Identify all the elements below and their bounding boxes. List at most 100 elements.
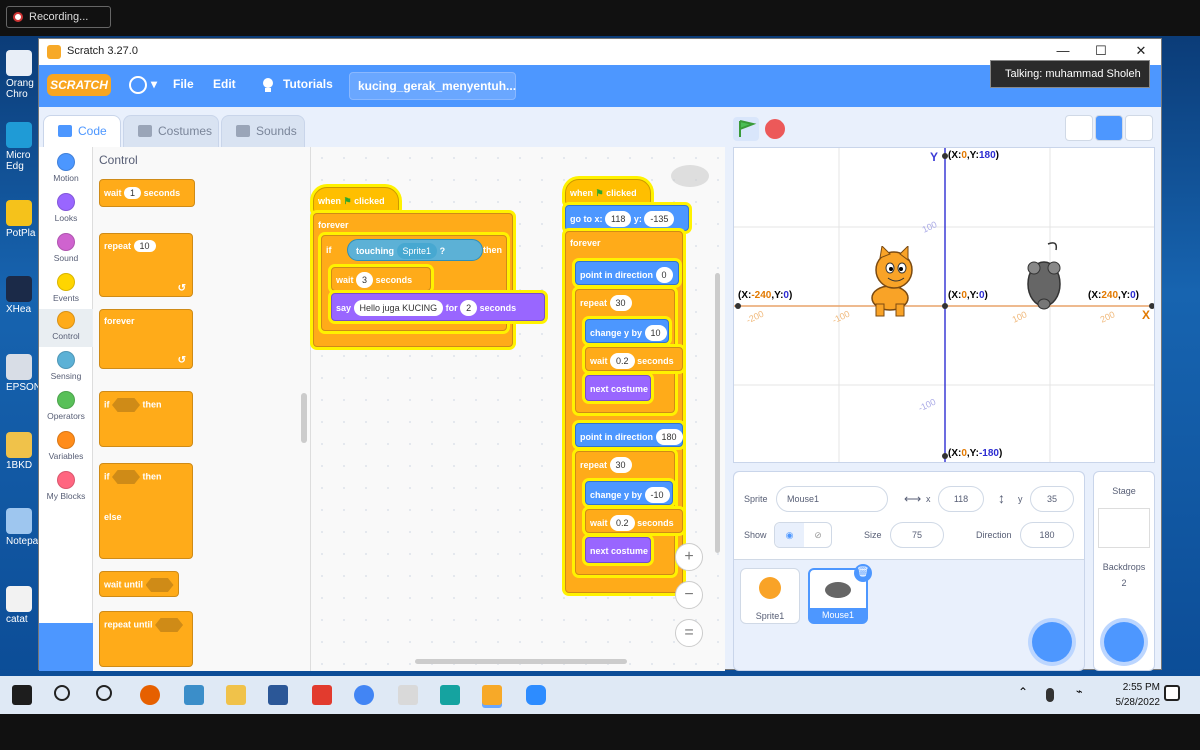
wait-block[interactable]: wait 3 seconds bbox=[331, 267, 431, 291]
edit-menu[interactable]: Edit bbox=[213, 77, 236, 91]
desktop-icon-chrome[interactable]: Orang Chro bbox=[6, 50, 40, 100]
project-title-input[interactable]: kucing_gerak_menyentuh... bbox=[349, 72, 516, 100]
when-flag-clicked-block-2[interactable]: when ⚑ clicked bbox=[565, 179, 651, 205]
language-globe-icon[interactable] bbox=[129, 76, 147, 94]
category-sound[interactable]: Sound bbox=[39, 231, 93, 269]
wait-block-3[interactable]: wait 0.2 seconds bbox=[585, 509, 683, 533]
search-icon[interactable] bbox=[54, 685, 70, 701]
y-input[interactable]: 35 bbox=[1030, 486, 1074, 512]
normal-stage-icon[interactable] bbox=[1095, 115, 1123, 141]
point-in-direction-block-2[interactable]: point in direction 180 bbox=[575, 423, 683, 447]
chrome-icon[interactable] bbox=[354, 685, 374, 705]
next-costume-block[interactable]: next costume bbox=[585, 375, 651, 401]
fullscreen-icon[interactable] bbox=[1125, 115, 1153, 141]
category-looks[interactable]: Looks bbox=[39, 191, 93, 229]
desktop-icon-catat[interactable]: catat bbox=[6, 586, 40, 625]
palette-repeat-block[interactable]: repeat 10 ↺ bbox=[99, 233, 193, 297]
tab-sounds[interactable]: Sounds bbox=[221, 115, 305, 147]
notifications-icon[interactable] bbox=[1164, 685, 1180, 701]
small-stage-icon[interactable] bbox=[1065, 115, 1093, 141]
desktop-icon-xhea[interactable]: XHea bbox=[6, 276, 40, 315]
change-y-block[interactable]: change y by 10 bbox=[585, 319, 669, 343]
maximize-button[interactable]: ☐ bbox=[1091, 43, 1111, 61]
wait-block-2[interactable]: wait 0.2 seconds bbox=[585, 347, 683, 371]
stage-thumbnail[interactable] bbox=[1098, 508, 1150, 548]
category-variables[interactable]: Variables bbox=[39, 429, 93, 467]
palette-repeat-until-block[interactable]: repeat until bbox=[99, 611, 193, 667]
add-backdrop-button[interactable] bbox=[1104, 622, 1144, 662]
stage[interactable]: Y X (X:0,Y:180) (X:0,Y:-180) (X:-240,Y:0… bbox=[733, 147, 1155, 463]
chevron-down-icon[interactable]: ▾ bbox=[151, 77, 157, 91]
green-flag-button[interactable] bbox=[733, 117, 759, 141]
desktop-icon-edge[interactable]: Micro Edg bbox=[6, 122, 40, 172]
zoom-reset-icon[interactable]: = bbox=[675, 619, 703, 647]
direction-input[interactable]: 180 bbox=[1020, 522, 1074, 548]
tab-costumes[interactable]: Costumes bbox=[123, 115, 219, 147]
mouse-sprite-icon[interactable] bbox=[1022, 240, 1070, 312]
sprite-thumb-sprite1[interactable]: Sprite1 bbox=[740, 568, 800, 624]
size-input[interactable]: 75 bbox=[890, 522, 944, 548]
horizontal-scrollbar[interactable] bbox=[415, 659, 627, 664]
desktop-icon-notepad[interactable]: Notepa bbox=[6, 508, 40, 547]
vertical-scrollbar[interactable] bbox=[715, 273, 720, 553]
pdf-icon[interactable] bbox=[312, 685, 332, 705]
delete-sprite-icon[interactable]: 🗑 bbox=[854, 564, 872, 582]
zoom-out-icon[interactable]: − bbox=[675, 581, 703, 609]
show-toggle[interactable]: ◉ ⊘ bbox=[774, 522, 832, 548]
sprite-thumb-mouse1[interactable]: Mouse1 🗑 bbox=[808, 564, 872, 624]
app-icon-2[interactable] bbox=[440, 685, 460, 705]
category-sensing[interactable]: Sensing bbox=[39, 349, 93, 387]
desktop-icon-1bkd[interactable]: 1BKD bbox=[6, 432, 40, 471]
firefox-icon[interactable] bbox=[140, 685, 160, 705]
task-view-icon[interactable] bbox=[96, 685, 112, 701]
microphone-icon[interactable] bbox=[1046, 688, 1054, 702]
sprite-name-input[interactable]: Mouse1 bbox=[776, 486, 888, 512]
zoom-icon[interactable] bbox=[526, 685, 546, 705]
next-costume-block-2[interactable]: next costume bbox=[585, 537, 651, 563]
scratch-logo[interactable]: SCRATCH bbox=[47, 74, 111, 96]
desktop-icon-epson[interactable]: EPSON bbox=[6, 354, 41, 393]
palette-if-else-block[interactable]: if then else bbox=[99, 463, 193, 559]
tab-code[interactable]: Code bbox=[43, 115, 121, 147]
when-flag-clicked-block[interactable]: when ⚑ clicked bbox=[313, 187, 399, 213]
windows-start-icon[interactable] bbox=[12, 685, 32, 705]
touching-sprite1-block[interactable]: touching Sprite1 ? bbox=[347, 239, 483, 261]
palette-forever-block[interactable]: forever ↺ bbox=[99, 309, 193, 369]
system-clock[interactable]: 2:55 PM 5/28/2022 bbox=[1116, 680, 1161, 710]
app-icon[interactable] bbox=[184, 685, 204, 705]
category-motion[interactable]: Motion bbox=[39, 151, 93, 189]
palette-wait-until-block[interactable]: wait until bbox=[99, 571, 179, 597]
eye-slash-icon[interactable]: ⊘ bbox=[804, 523, 832, 547]
minimize-button[interactable]: — bbox=[1053, 43, 1073, 61]
eye-icon[interactable]: ◉ bbox=[775, 523, 804, 547]
tutorials-menu[interactable]: Tutorials bbox=[283, 77, 333, 91]
stop-button[interactable] bbox=[765, 119, 785, 139]
category-my-blocks[interactable]: My Blocks bbox=[39, 469, 93, 507]
add-sprite-button[interactable] bbox=[1032, 622, 1072, 662]
palette-scrollbar[interactable] bbox=[301, 393, 307, 443]
add-extension-button[interactable] bbox=[39, 623, 93, 671]
file-explorer-icon[interactable] bbox=[226, 685, 246, 705]
network-icon[interactable]: ⌁ bbox=[1076, 685, 1090, 705]
chevron-up-icon[interactable]: ⌃ bbox=[1018, 685, 1032, 705]
zoom-in-icon[interactable]: + bbox=[675, 543, 703, 571]
category-operators[interactable]: Operators bbox=[39, 389, 93, 427]
file-menu[interactable]: File bbox=[173, 77, 194, 91]
x-input[interactable]: 118 bbox=[938, 486, 984, 512]
code-area[interactable]: when ⚑ clicked forever if touching Sprit… bbox=[311, 147, 725, 671]
go-to-xy-block[interactable]: go to x: 118 y: -135 bbox=[565, 205, 689, 231]
palette-if-block[interactable]: if then bbox=[99, 391, 193, 447]
word-icon[interactable] bbox=[268, 685, 288, 705]
category-events[interactable]: Events bbox=[39, 271, 93, 309]
scratch-taskbar-icon[interactable] bbox=[482, 685, 502, 705]
close-button[interactable]: ✕ bbox=[1131, 43, 1151, 61]
change-y-block-2[interactable]: change y by -10 bbox=[585, 481, 673, 505]
cat-sprite-icon[interactable] bbox=[860, 246, 926, 318]
category-control[interactable]: Control bbox=[39, 309, 93, 347]
recording-indicator[interactable]: Recording... bbox=[6, 6, 111, 28]
snipping-icon[interactable] bbox=[398, 685, 418, 705]
say-for-seconds-block[interactable]: say Hello juga KUCING for 2 seconds bbox=[331, 293, 545, 321]
palette-wait-block[interactable]: wait 1 seconds bbox=[99, 179, 195, 207]
desktop-icon-potplayer[interactable]: PotPla bbox=[6, 200, 40, 239]
point-in-direction-block[interactable]: point in direction 0 bbox=[575, 261, 679, 285]
